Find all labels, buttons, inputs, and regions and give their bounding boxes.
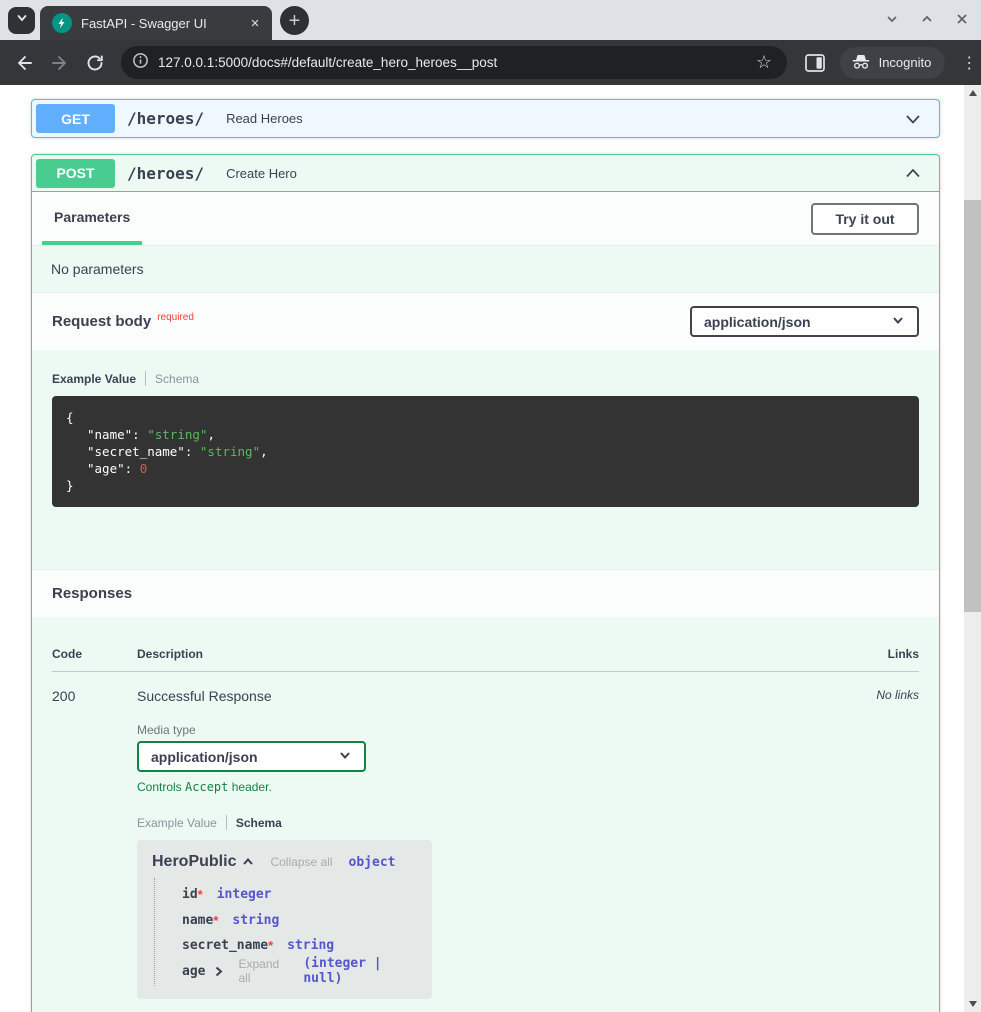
incognito-badge: Incognito [840,47,946,79]
forward-icon[interactable] [48,51,72,75]
no-parameters-text: No parameters [32,246,939,292]
window-close-icon[interactable] [951,8,973,30]
property-row-secret-name: secret_name* string [182,933,417,959]
try-it-out-button[interactable]: Try it out [811,203,919,235]
request-body-tabs: Example Value Schema [52,350,919,386]
tab-example-value[interactable]: Example Value [52,372,136,386]
response-tabs: Example Value Schema [137,815,809,830]
collapse-chevron-up-icon[interactable] [901,161,925,185]
property-row-age: age Expand all (integer | null) [182,959,417,985]
opblock-post-heroes: POST /heroes/ Create Hero Parameters Try… [31,154,940,1012]
page-scrollbar[interactable] [964,85,981,1012]
browser-menu-icon[interactable]: ⋮ [957,51,981,75]
parameters-header: Parameters Try it out [32,192,939,246]
expand-chevron-down-icon[interactable] [901,107,925,131]
reload-icon[interactable] [83,51,107,75]
col-header-description: Description [137,647,809,661]
opblock-get-summary[interactable]: GET /heroes/ Read Heroes [32,100,939,137]
url-text[interactable]: 127.0.0.1:5000/docs#/default/create_hero… [158,55,753,70]
required-star: * [198,887,203,902]
property-row-id: id* integer [182,882,417,908]
tab-example-value[interactable]: Example Value [137,816,217,830]
request-body-title: Request body [52,313,151,330]
method-badge-get: GET [36,104,115,133]
scrollbar-down-arrow[interactable] [964,996,981,1012]
scrollbar-thumb[interactable] [964,200,981,612]
model-type: object [349,855,396,870]
example-json-code: { "name": "string", "secret_name": "stri… [52,396,919,507]
new-tab-button[interactable]: + [280,6,309,35]
responses-title: Responses [52,585,132,602]
model-properties: id* integer name* string secret_name* st… [154,878,417,986]
incognito-icon [851,53,871,73]
browser-tab-strip: FastAPI - Swagger UI × + [0,0,981,40]
required-label: required [157,312,194,323]
endpoint-path: /heroes/ [127,109,204,128]
required-star: * [213,913,218,928]
tab-parameters: Parameters [42,192,142,245]
endpoint-summary: Create Hero [226,166,901,181]
window-controls [881,8,973,30]
responses-table-header: Code Description Links [52,647,919,672]
endpoint-summary: Read Heroes [226,111,901,126]
back-icon[interactable] [12,51,36,75]
browser-tab[interactable]: FastAPI - Swagger UI × [40,6,272,40]
tab-divider [145,371,146,386]
property-row-name: name* string [182,908,417,934]
url-bar[interactable]: 127.0.0.1:5000/docs#/default/create_hero… [121,46,787,79]
request-body-header: Request body required application/json [32,292,939,350]
tab-schema[interactable]: Schema [236,816,282,830]
window-minimize-icon[interactable] [881,8,903,30]
window-maximize-icon[interactable] [916,8,938,30]
tab-schema[interactable]: Schema [155,372,199,386]
collapse-all-link[interactable]: Collapse all [270,855,332,869]
opblock-get-heroes: GET /heroes/ Read Heroes [31,99,940,138]
select-chevron-down-icon [338,748,352,765]
tab-close-icon[interactable]: × [246,14,264,32]
select-chevron-down-icon [891,313,905,330]
col-header-links: Links [809,647,919,661]
media-type-label: Media type [137,723,809,737]
fastapi-favicon-icon [52,13,72,33]
expand-all-link[interactable]: Expand all [238,957,289,985]
site-info-icon[interactable] [132,52,149,74]
swagger-page: GET /heroes/ Read Heroes POST /heroes/ C… [0,85,964,1012]
tab-divider [226,815,227,830]
incognito-label: Incognito [879,55,932,70]
parameters-title: Parameters [54,209,130,225]
tab-title: FastAPI - Swagger UI [81,16,246,31]
browser-toolbar: 127.0.0.1:5000/docs#/default/create_hero… [0,40,981,85]
request-body-section: Example Value Schema { "name": "string",… [32,350,939,569]
response-description: Successful Response [137,688,809,704]
method-badge-post: POST [36,159,115,188]
accept-header-note: Controls Accept header. [137,780,809,794]
request-media-type-select[interactable]: application/json [690,306,919,337]
response-row-200: 200 Successful Response Media type appli… [52,688,919,999]
response-links: No links [809,688,919,999]
side-panel-icon[interactable] [803,51,827,75]
responses-section: Code Description Links 200 Successful Re… [32,647,939,1012]
response-media-type-select[interactable]: application/json [137,741,366,772]
required-star: * [268,938,273,953]
chevron-down-icon [15,11,29,30]
opblock-post-summary[interactable]: POST /heroes/ Create Hero [32,155,939,192]
model-heropublic: HeroPublic Collapse all object id* integ… [137,840,432,999]
expand-chevron-right-icon[interactable] [213,966,224,977]
model-title: HeroPublic [152,853,236,871]
responses-header: Responses [32,569,939,617]
model-collapse-chevron-up-icon[interactable] [242,856,254,868]
endpoint-path: /heroes/ [127,164,204,183]
col-header-code: Code [52,647,137,661]
response-code: 200 [52,688,137,999]
tab-search-button[interactable] [8,7,35,34]
scrollbar-up-arrow[interactable] [964,85,981,101]
bookmark-star-icon[interactable]: ☆ [753,52,775,73]
